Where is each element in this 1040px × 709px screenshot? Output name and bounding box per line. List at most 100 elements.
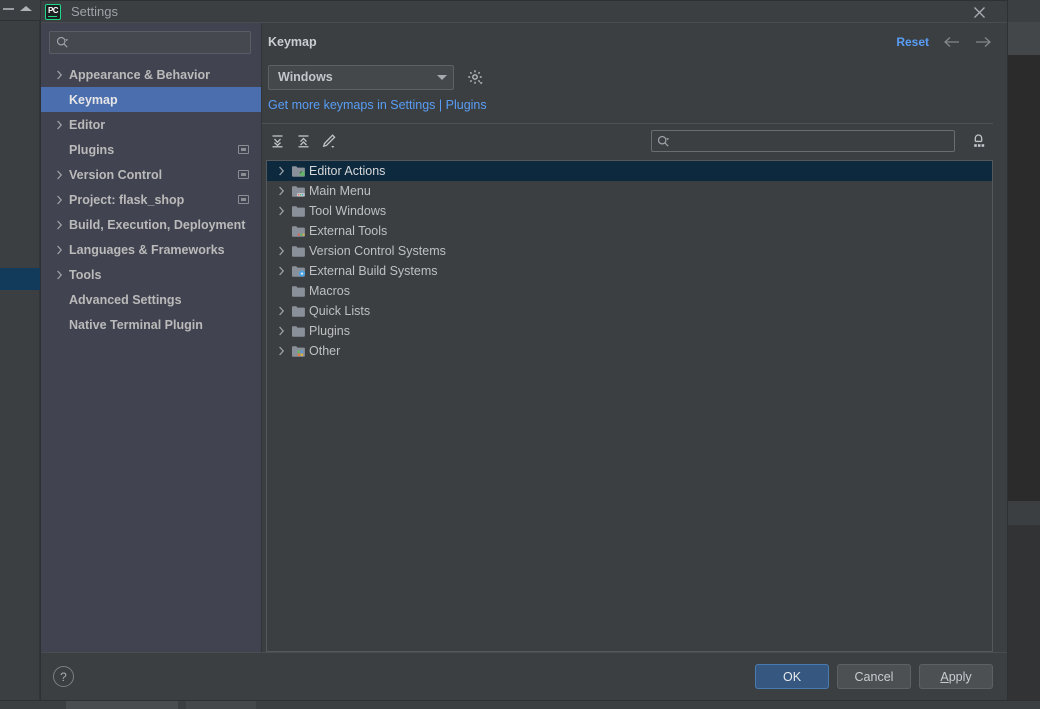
bg-selected-row	[0, 268, 40, 290]
tree-row[interactable]: External Tools	[267, 221, 992, 241]
tree-row[interactable]: Macros	[267, 281, 992, 301]
collapse-all-icon[interactable]	[292, 130, 314, 152]
tree-row-label: Version Control Systems	[309, 244, 446, 258]
folder-tools-icon	[289, 224, 307, 239]
tree-row[interactable]: Main Menu	[267, 181, 992, 201]
reset-button[interactable]: Reset	[896, 35, 929, 49]
project-scope-icon	[238, 170, 249, 179]
keymap-tree[interactable]: Editor Actions Main Menu Tool Windows Exter…	[266, 160, 993, 652]
pycharm-icon-text: PC	[47, 5, 59, 15]
pycharm-icon: PC	[45, 3, 61, 20]
bg-right-strip-lower	[1008, 525, 1040, 709]
close-icon[interactable]	[965, 1, 993, 23]
dialog-body: Appearance & Behavior Keymap Editor Plugins…	[41, 23, 1007, 652]
arrow-right-icon[interactable]	[973, 32, 993, 52]
sidebar-item-label: Build, Execution, Deployment	[69, 217, 246, 232]
pencil-edit-icon[interactable]	[318, 130, 340, 152]
settings-content: Keymap Reset Windows Get more keymaps in…	[262, 23, 1007, 652]
chevron-right-icon[interactable]	[273, 206, 289, 216]
expand-all-icon[interactable]	[266, 130, 288, 152]
tree-row[interactable]: Quick Lists	[267, 301, 992, 321]
chevron-right-icon[interactable]	[273, 346, 289, 356]
chevron-right-icon[interactable]	[273, 306, 289, 316]
keymap-select[interactable]: Windows	[268, 64, 454, 90]
chevron-right-icon[interactable]	[51, 195, 67, 205]
sidebar-item-build-execution-deployment[interactable]: Build, Execution, Deployment	[41, 212, 261, 237]
sidebar-item-plugins[interactable]: Plugins	[41, 137, 261, 162]
dialog-title: Settings	[71, 4, 118, 19]
chevron-right-icon[interactable]	[273, 246, 289, 256]
tree-row[interactable]: Other	[267, 341, 992, 361]
tree-row[interactable]: Plugins	[267, 321, 992, 341]
tree-row[interactable]: Version Control Systems	[267, 241, 992, 261]
folder-icon	[289, 244, 307, 259]
folder-icon	[289, 324, 307, 339]
sidebar-search-wrapper	[41, 23, 261, 60]
tree-row[interactable]: External Build Systems	[267, 261, 992, 281]
sidebar-search-box[interactable]	[49, 31, 251, 54]
folder-icon	[289, 304, 307, 319]
chevron-right-icon[interactable]	[51, 120, 67, 130]
search-icon	[56, 36, 69, 48]
chevron-right-icon[interactable]	[51, 245, 67, 255]
tree-row-label: Main Menu	[309, 184, 371, 198]
get-more-keymaps-link[interactable]: Get more keymaps in Settings | Plugins	[268, 98, 487, 112]
chevron-right-icon[interactable]	[51, 70, 67, 80]
keymap-selector-row: Windows	[262, 61, 993, 93]
chevron-right-icon[interactable]	[273, 266, 289, 276]
apply-button-rest: pply	[948, 669, 972, 684]
folder-other-icon	[289, 344, 307, 359]
chevron-right-icon[interactable]	[273, 186, 289, 196]
apply-button[interactable]: Apply	[919, 664, 993, 689]
project-scope-icon	[238, 145, 249, 154]
cancel-button[interactable]: Cancel	[837, 664, 911, 689]
bg-right-strip-top	[1008, 0, 1040, 22]
tree-row-label: Macros	[309, 284, 350, 298]
sidebar-item-tools[interactable]: Tools	[41, 262, 261, 287]
sidebar-item-advanced-settings[interactable]: Advanced Settings	[41, 287, 261, 312]
settings-dialog: PC Settings Appearance & Behavior Keymap…	[40, 0, 1008, 701]
keymap-select-value: Windows	[278, 70, 333, 84]
gear-icon[interactable]	[464, 66, 486, 88]
dialog-footer: ? OK Cancel Apply	[41, 652, 1007, 700]
settings-sidebar: Appearance & Behavior Keymap Editor Plugins…	[41, 23, 262, 652]
sidebar-item-languages-frameworks[interactable]: Languages & Frameworks	[41, 237, 261, 262]
ok-button[interactable]: OK	[755, 664, 829, 689]
folder-menu-icon	[289, 184, 307, 199]
chevron-right-icon[interactable]	[51, 270, 67, 280]
sidebar-item-native-terminal-plugin[interactable]: Native Terminal Plugin	[41, 312, 261, 337]
tree-row-label: Plugins	[309, 324, 350, 338]
sidebar-item-version-control[interactable]: Version Control	[41, 162, 261, 187]
bg-right-strip-editor	[1008, 55, 1040, 501]
sidebar-item-label: Project: flask_shop	[69, 192, 185, 207]
sidebar-item-appearance-behavior[interactable]: Appearance & Behavior	[41, 62, 261, 87]
sidebar-item-label: Languages & Frameworks	[69, 242, 225, 257]
sidebar-item-editor[interactable]: Editor	[41, 112, 261, 137]
keymap-search-box[interactable]	[651, 130, 955, 152]
sidebar-item-label: Keymap	[69, 92, 118, 107]
sidebar-item-keymap[interactable]: Keymap	[41, 87, 261, 112]
bg-status-segment-two	[186, 700, 256, 709]
bg-caret-icon	[20, 6, 32, 11]
chevron-right-icon[interactable]	[273, 326, 289, 336]
sidebar-item-label: Appearance & Behavior	[69, 67, 211, 82]
help-button[interactable]: ?	[53, 666, 74, 687]
sidebar-search-input[interactable]	[69, 35, 250, 50]
folder-icon	[289, 204, 307, 219]
chevron-right-icon[interactable]	[51, 220, 67, 230]
tree-row-label: Tool Windows	[309, 204, 387, 218]
content-header: Keymap Reset	[262, 23, 993, 61]
sidebar-item-label: Plugins	[69, 142, 115, 157]
chevron-right-icon[interactable]	[273, 166, 289, 176]
chevron-right-icon[interactable]	[51, 170, 67, 180]
tree-row[interactable]: Editor Actions	[267, 161, 992, 181]
sidebar-item-project-flask-shop[interactable]: Project: flask_shop	[41, 187, 261, 212]
project-scope-icon	[238, 195, 249, 204]
keymap-search-input[interactable]	[670, 134, 954, 148]
sidebar-item-label: Advanced Settings	[69, 292, 182, 307]
find-by-shortcut-icon[interactable]	[965, 129, 991, 153]
arrow-left-icon[interactable]	[941, 32, 961, 52]
sidebar-item-label: Editor	[69, 117, 106, 132]
folder-build-icon	[289, 264, 307, 279]
tree-row[interactable]: Tool Windows	[267, 201, 992, 221]
